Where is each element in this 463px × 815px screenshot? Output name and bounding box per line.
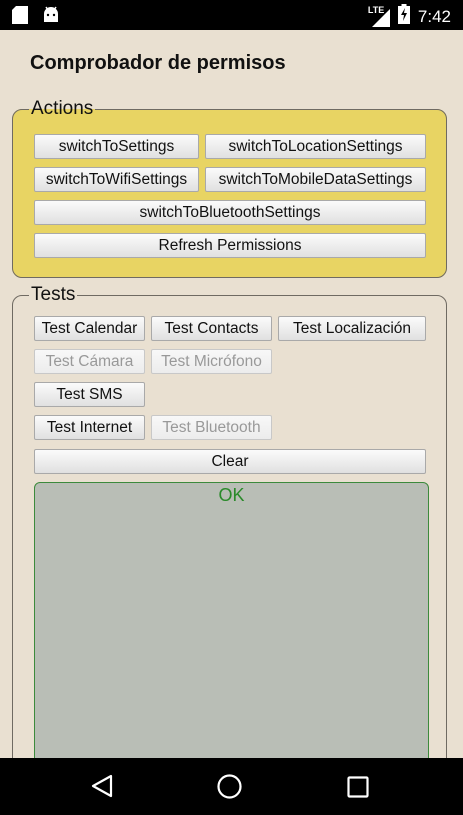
status-right: LTE 7:42: [368, 4, 451, 29]
home-icon[interactable]: [217, 774, 242, 804]
back-icon[interactable]: [91, 774, 113, 803]
navigation-bar: [0, 758, 463, 815]
clock: 7:42: [417, 6, 451, 26]
switch-to-bluetooth-settings-button[interactable]: switchToBluetoothSettings: [34, 200, 426, 225]
switch-to-location-settings-button[interactable]: switchToLocationSettings: [205, 134, 426, 159]
tests-legend: Tests: [31, 284, 76, 305]
test-calendar-button[interactable]: Test Calendar: [34, 316, 145, 341]
output-text: OK: [218, 485, 245, 505]
page-title: Comprobador de permisos: [30, 52, 286, 74]
battery-icon: [397, 4, 410, 29]
test-bluetooth-button[interactable]: Test Bluetooth: [151, 415, 272, 440]
recents-icon[interactable]: [347, 776, 369, 803]
app-content: Comprobador de permisos Actions switchTo…: [0, 30, 463, 758]
switch-to-mobile-data-settings-button[interactable]: switchToMobileDataSettings: [205, 167, 426, 192]
test-camera-button[interactable]: Test Cámara: [34, 349, 145, 374]
switch-to-wifi-settings-button[interactable]: switchToWifiSettings: [34, 167, 199, 192]
test-location-button[interactable]: Test Localización: [278, 316, 426, 341]
clear-button[interactable]: Clear: [34, 449, 426, 474]
refresh-permissions-button[interactable]: Refresh Permissions: [34, 233, 426, 258]
switch-to-settings-button[interactable]: switchToSettings: [34, 134, 199, 159]
test-sms-button[interactable]: Test SMS: [34, 382, 145, 407]
android-icon: [42, 6, 60, 29]
actions-legend: Actions: [31, 98, 94, 119]
test-microphone-button[interactable]: Test Micrófono: [151, 349, 272, 374]
status-bar: LTE 7:42: [0, 0, 463, 30]
output-panel: OK: [34, 482, 429, 758]
signal-icon: LTE: [368, 5, 390, 27]
sd-card-icon: [12, 6, 28, 29]
test-contacts-button[interactable]: Test Contacts: [151, 316, 272, 341]
test-internet-button[interactable]: Test Internet: [34, 415, 145, 440]
status-left-icons: [12, 6, 60, 29]
